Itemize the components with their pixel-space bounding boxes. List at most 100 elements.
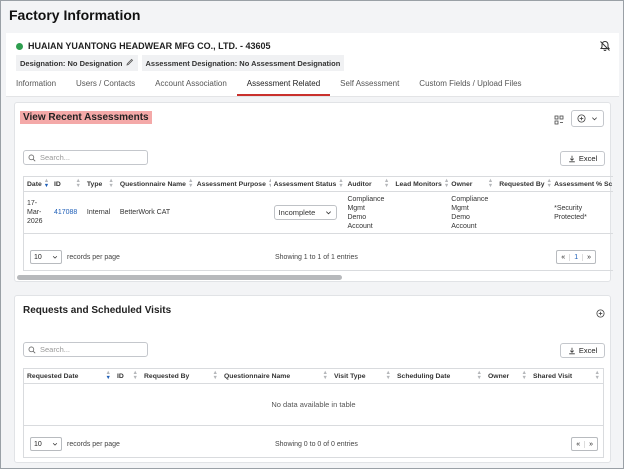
- col-label: Assessment Status: [273, 180, 337, 188]
- chevron-down-icon: [52, 442, 58, 446]
- sort-icon: ▲▼: [43, 178, 50, 189]
- col-assessment-status[interactable]: Assessment Status ▲ ▼: [271, 177, 345, 191]
- sort-icon: ▲▼: [594, 370, 600, 381]
- requests-title: Requests and Scheduled Visits: [23, 305, 172, 316]
- excel-label: Excel: [578, 346, 598, 355]
- add-assessment-dropdown[interactable]: [571, 110, 604, 127]
- col-owner[interactable]: Owner ▲ ▼: [448, 177, 496, 191]
- recent-search-box: [23, 150, 148, 165]
- app-frame: Factory Information HUAIAN YUANTONG HEAD…: [0, 0, 624, 469]
- recent-assessments-card: View Recent Assessments Excel Date▲▼ ID▲…: [14, 102, 613, 282]
- tab-information[interactable]: Information: [6, 73, 66, 96]
- col-shared-visit[interactable]: Shared Visit ▲ ▼: [530, 369, 603, 383]
- col-label: Shared Visit: [533, 372, 573, 380]
- cell-requested-by: [496, 192, 551, 233]
- col-auditor[interactable]: Auditor ▲ ▼: [344, 177, 392, 191]
- requests-search-box: [23, 342, 148, 357]
- page-size-select[interactable]: 10: [30, 437, 62, 451]
- excel-label: Excel: [578, 154, 598, 163]
- table-footer: 10 records per page Showing 1 to 1 of 1 …: [24, 244, 601, 270]
- showing-entries: Showing 0 to 0 of 0 entries: [275, 440, 358, 448]
- col-type[interactable]: Type ▲ ▼: [84, 177, 117, 191]
- tab-users-contacts[interactable]: Users / Contacts: [66, 73, 145, 96]
- col-owner[interactable]: Owner ▲ ▼: [485, 369, 530, 383]
- status-select[interactable]: Incomplete: [273, 205, 338, 220]
- sort-icon: ▲▼: [212, 370, 218, 381]
- tab-self-assessment[interactable]: Self Assessment: [330, 73, 409, 96]
- col-label: ID: [53, 180, 61, 188]
- recent-excel-button[interactable]: Excel: [560, 151, 605, 166]
- sort-icon: ▲▼: [75, 178, 81, 189]
- col-id[interactable]: ID ▲ ▼: [114, 369, 141, 383]
- col-label: Requested Date: [27, 372, 79, 380]
- col-id[interactable]: ID ▲ ▼: [51, 177, 84, 191]
- download-icon: [569, 347, 575, 354]
- col-label: Owner: [451, 180, 473, 188]
- requests-excel-button[interactable]: Excel: [560, 343, 605, 358]
- requests-table: Requested Date ▲ ▼ ID ▲ ▼ Requested By ▲ ▼ Que…: [23, 368, 604, 458]
- cell-lead-monitors: [392, 192, 448, 233]
- col-label: Auditor: [347, 180, 372, 188]
- factory-header: HUAIAN YUANTONG HEADWEAR MFG CO., LTD. -…: [6, 33, 619, 97]
- col-questionnaire-name[interactable]: Questionnaire Name ▲ ▼: [221, 369, 331, 383]
- col-lead-monitors[interactable]: Lead Monitors ▲ ▼: [392, 177, 448, 191]
- col-label: Date: [27, 180, 42, 188]
- chevron-down-icon: [52, 255, 58, 259]
- sort-icon: ▲▼: [322, 370, 328, 381]
- col-label: Owner: [488, 372, 510, 380]
- pagination: « »: [571, 437, 598, 451]
- add-circle-icon[interactable]: [595, 308, 605, 318]
- recent-assessments-title-text: View Recent Assessments: [20, 111, 152, 124]
- col-assessment-purpose[interactable]: Assessment Purpose▲▼: [194, 177, 271, 191]
- table-header: Requested Date ▲ ▼ ID ▲ ▼ Requested By ▲ ▼ Que…: [24, 369, 603, 384]
- col-questionnaire-name[interactable]: Questionnaire Name ▲ ▼: [117, 177, 194, 191]
- col-label: Assessment Purpose: [196, 180, 266, 188]
- sort-icon: ▲▼: [487, 178, 494, 189]
- cell-type: Internal: [86, 209, 111, 216]
- col-visit-type[interactable]: Visit Type ▲ ▼: [331, 369, 394, 383]
- search-icon: [28, 154, 36, 161]
- col-requested-by[interactable]: Requested By ▲ ▼: [496, 177, 551, 191]
- requests-visits-card: Requests and Scheduled Visits Excel Requ…: [14, 295, 611, 463]
- next-page-button[interactable]: »: [583, 254, 595, 261]
- download-icon: [569, 155, 575, 162]
- col-scheduling-date[interactable]: Scheduling Date ▲ ▼: [394, 369, 485, 383]
- cell-status: Incomplete: [271, 192, 345, 233]
- sort-icon: ▲▼: [105, 370, 111, 381]
- edit-pencil-icon[interactable]: [125, 58, 134, 68]
- table-footer: 10 records per page Showing 0 to 0 of 0 …: [24, 431, 603, 457]
- showing-entries: Showing 1 to 1 of 1 entries: [275, 253, 358, 261]
- col-label: Visit Type: [334, 372, 366, 380]
- col-requested-by[interactable]: Requested By ▲ ▼: [141, 369, 221, 383]
- horizontal-scrollbar[interactable]: [17, 275, 342, 280]
- page-title: Factory Information: [9, 7, 141, 23]
- recent-assessments-table: Date ▲ ▼ ID ▲ ▼ Type ▲ ▼ Questionnaire Name ▲ ▼ …: [23, 176, 613, 271]
- prev-page-button[interactable]: «: [557, 254, 569, 261]
- status-value: Incomplete: [278, 208, 316, 217]
- next-page-button[interactable]: »: [585, 441, 597, 448]
- col-assessment-score[interactable]: Assessment % Sc: [551, 177, 613, 191]
- tab-custom-fields[interactable]: Custom Fields / Upload Files: [409, 73, 531, 96]
- page-1-button[interactable]: 1: [569, 253, 584, 261]
- column-toggle-icon[interactable]: [553, 114, 565, 126]
- cell-id-link[interactable]: 417088: [51, 192, 84, 233]
- chevron-down-icon: [592, 117, 597, 121]
- sort-icon: ▲▼: [108, 178, 114, 189]
- add-circle-icon: [577, 114, 586, 123]
- col-label: Assessment % Sc: [554, 180, 613, 188]
- prev-page-button[interactable]: «: [572, 440, 586, 448]
- recent-assessments-title: View Recent Assessments: [20, 111, 152, 124]
- notifications-off-icon[interactable]: [599, 40, 611, 52]
- col-requested-date[interactable]: Requested Date ▲ ▼: [24, 369, 114, 383]
- cell-purpose: [194, 192, 271, 233]
- col-date[interactable]: Date ▲ ▼: [24, 177, 51, 191]
- cell-auditor: Compliance Mgmt Demo Account: [347, 195, 385, 230]
- tab-assessment-related[interactable]: Assessment Related: [236, 73, 331, 96]
- factory-name: HUAIAN YUANTONG HEADWEAR MFG CO., LTD. -…: [16, 41, 271, 51]
- col-label: Type: [86, 180, 103, 188]
- page-size-select[interactable]: 10: [30, 250, 62, 264]
- tab-account-association[interactable]: Account Association: [145, 73, 237, 96]
- requests-search-input[interactable]: [40, 345, 140, 354]
- recent-search-input[interactable]: [40, 153, 140, 162]
- cell-questionnaire: BetterWork CAT: [119, 209, 171, 216]
